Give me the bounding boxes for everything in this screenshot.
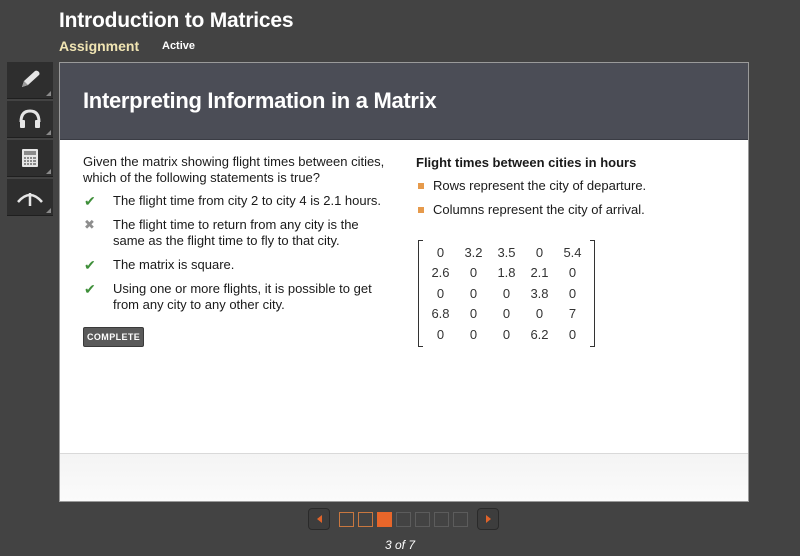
matrix-cell: 2.1 (530, 265, 549, 281)
page-indicator-5[interactable] (415, 511, 430, 527)
matrix-cell: 0 (469, 265, 478, 281)
tool-expand-corner (46, 169, 51, 174)
info-title: Flight times between cities in hours (416, 155, 637, 170)
pencil-icon (22, 70, 40, 87)
matrix-cell: 0 (568, 265, 577, 281)
matrix-cell: 0 (568, 285, 577, 301)
page-navigator (308, 508, 499, 530)
page-indicator-6[interactable] (434, 511, 449, 527)
matrix-cell: 1.8 (497, 265, 516, 281)
matrix-left-bracket (418, 240, 423, 347)
matrix-cell: 0 (502, 306, 511, 322)
tool-expand-corner (46, 130, 51, 135)
matrix-cell: 3.2 (464, 244, 483, 260)
matrix-right-bracket (590, 240, 595, 347)
tool-expand-corner (46, 208, 51, 213)
activity-type-label: Assignment (59, 38, 140, 54)
page-count: 3 of 7 (384, 538, 416, 552)
matrix-row: 0 0 0 6.2 0 (424, 324, 589, 345)
next-page-button[interactable] (477, 508, 499, 530)
page-indicator-4[interactable] (396, 511, 411, 527)
page-indicator-2[interactable] (358, 511, 373, 527)
arrow-left-icon (316, 515, 322, 523)
answer-option[interactable]: ✔ Using one or more flights, it is possi… (83, 281, 393, 313)
matrix-cell: 0 (469, 306, 478, 322)
matrix-cell: 7 (568, 306, 577, 322)
matrix-cell: 0 (469, 326, 478, 342)
matrix-cell: 0 (535, 306, 544, 322)
card-title: Interpreting Information in a Matrix (83, 88, 437, 113)
answer-text: The matrix is square. (113, 257, 235, 272)
answer-text: The flight time from city 2 to city 4 is… (113, 193, 382, 208)
exponent-tool-button[interactable] (7, 179, 53, 216)
page-indicator-1[interactable] (339, 511, 354, 527)
check-icon: ✔ (84, 281, 96, 297)
previous-page-button[interactable] (308, 508, 330, 530)
matrix-cell: 5.4 (563, 244, 582, 260)
card-body: Given the matrix showing flight times be… (60, 140, 748, 452)
matrix-row: 0 3.2 3.5 0 5.4 (424, 242, 589, 263)
matrix-row: 2.6 0 1.8 2.1 0 (424, 263, 589, 284)
question-text: Given the matrix showing flight times be… (83, 154, 385, 185)
info-bullet: Columns represent the city of arrival. (416, 202, 736, 217)
answer-text: Using one or more flights, it is possibl… (113, 281, 372, 312)
calculator-tool-button[interactable] (7, 140, 53, 177)
content-card: Interpreting Information in a Matrix Giv… (59, 62, 749, 502)
answer-option[interactable]: ✔ The flight time from city 2 to city 4 … (83, 193, 393, 209)
matrix-cell: 0 (502, 326, 511, 342)
page-indicator-7[interactable] (453, 511, 468, 527)
x-icon: ✖ (84, 217, 95, 232)
matrix-cell: 0 (436, 285, 445, 301)
bullet-square-icon (418, 206, 424, 213)
answer-option[interactable]: ✔ The matrix is square. (83, 257, 393, 273)
matrix-cell: 6.2 (530, 326, 549, 342)
audio-tool-button[interactable] (7, 101, 53, 138)
answer-text: The flight time to return from any city … (113, 217, 359, 248)
calculator-icon (22, 149, 38, 167)
matrix-cell: 0 (436, 326, 445, 342)
matrix-table: 0 3.2 3.5 0 5.4 2.6 0 1.8 2.1 0 0 0 0 3.… (424, 242, 589, 345)
matrix-row: 0 0 0 3.8 0 (424, 283, 589, 304)
check-icon: ✔ (84, 193, 96, 209)
matrix-row: 6.8 0 0 0 7 (424, 304, 589, 325)
matrix-cell: 3.8 (530, 285, 549, 301)
card-footer (60, 453, 748, 501)
matrix-cell: 0 (502, 285, 511, 301)
bullet-square-icon (418, 182, 424, 189)
info-panel: Flight times between cities in hours Row… (416, 155, 736, 350)
answer-option[interactable]: ✖ The flight time to return from any cit… (83, 217, 393, 249)
matrix-cell: 6.8 (431, 306, 450, 322)
flight-time-matrix: 0 3.2 3.5 0 5.4 2.6 0 1.8 2.1 0 0 0 0 3.… (418, 240, 595, 347)
tool-sidebar (7, 62, 53, 218)
page-indicators (339, 511, 468, 527)
arrow-right-icon (485, 515, 491, 523)
question-panel: Given the matrix showing flight times be… (83, 154, 393, 347)
activity-status-label: Active (162, 40, 196, 52)
card-header: Interpreting Information in a Matrix (60, 63, 748, 140)
matrix-cell: 0 (436, 244, 445, 260)
matrix-cell: 0 (568, 326, 577, 342)
matrix-cell: 0 (535, 244, 544, 260)
app-title: Introduction to Matrices (59, 9, 294, 32)
complete-badge: COMPLETE (83, 327, 145, 347)
matrix-cell: 3.5 (497, 244, 516, 260)
bullet-text: Rows represent the city of departure. (433, 178, 647, 193)
check-icon: ✔ (84, 257, 96, 273)
notes-tool-button[interactable] (7, 62, 53, 99)
tool-expand-corner (46, 91, 51, 96)
headphones-icon (19, 109, 41, 128)
ascent-icon (17, 193, 43, 206)
bullet-text: Columns represent the city of arrival. (433, 202, 645, 217)
matrix-cell: 0 (469, 285, 478, 301)
page-indicator-3[interactable] (377, 511, 392, 527)
matrix-cell: 2.6 (431, 265, 450, 281)
info-bullet: Rows represent the city of departure. (416, 178, 736, 193)
